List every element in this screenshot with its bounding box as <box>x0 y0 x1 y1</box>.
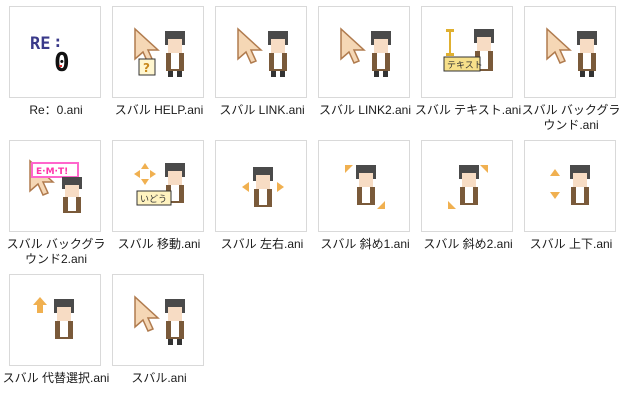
re-zero-logo-icon: RE : 0 <box>9 6 101 98</box>
link-select-cursor-icon <box>215 6 307 98</box>
svg-text:0: 0 <box>54 48 70 78</box>
normal-select-cursor-icon <box>112 274 204 366</box>
diagonal-resize-1-cursor-icon <box>318 140 410 232</box>
file-name: スバル バックグラウンド2.ani <box>6 237 106 266</box>
file-name: スバル 上下.ani <box>529 237 613 251</box>
file-name: スバル 左右.ani <box>220 237 304 251</box>
file-name: スバル 移動.ani <box>117 237 201 251</box>
file-name: Re：0.ani <box>29 103 83 117</box>
file-icon-grid: RE : 0 Re：0.ani ? スバル HELP.ani スバル LINK.… <box>0 0 620 400</box>
horizontal-resize-cursor-icon <box>215 140 307 232</box>
file-name: スバル LINK2.ani <box>318 103 412 117</box>
svg-text:?: ? <box>143 61 150 75</box>
file-name: スバル HELP.ani <box>114 103 204 117</box>
text-cursor-caption: テキスト <box>447 60 483 71</box>
move-cursor-icon: いどう <box>112 140 204 232</box>
file-name: スバル 代替選択.ani <box>2 371 110 385</box>
text-select-cursor-icon: テキスト <box>421 6 513 98</box>
diagonal-resize-2-cursor-icon <box>421 140 513 232</box>
file-name: スバル LINK.ani <box>219 103 305 117</box>
move-caption: いどう <box>140 194 167 205</box>
working-in-background-cursor-icon <box>524 6 616 98</box>
link-select-cursor-icon <box>318 6 410 98</box>
emt-caption: E·M·T! <box>36 167 68 177</box>
help-select-cursor-icon: ? <box>112 6 204 98</box>
working-in-background-cursor-icon: E·M·T! <box>9 140 101 232</box>
file-name: スバル.ani <box>131 371 187 385</box>
file-name: スバル テキスト.ani <box>414 103 522 117</box>
file-name: スバル 斜め1.ani <box>320 237 410 251</box>
file-name: スバル バックグラウンド.ani <box>521 103 620 132</box>
file-name: スバル 斜め2.ani <box>423 237 513 251</box>
svg-text:RE: RE <box>30 34 50 54</box>
alternate-select-cursor-icon <box>9 274 101 366</box>
vertical-resize-cursor-icon <box>524 140 616 232</box>
